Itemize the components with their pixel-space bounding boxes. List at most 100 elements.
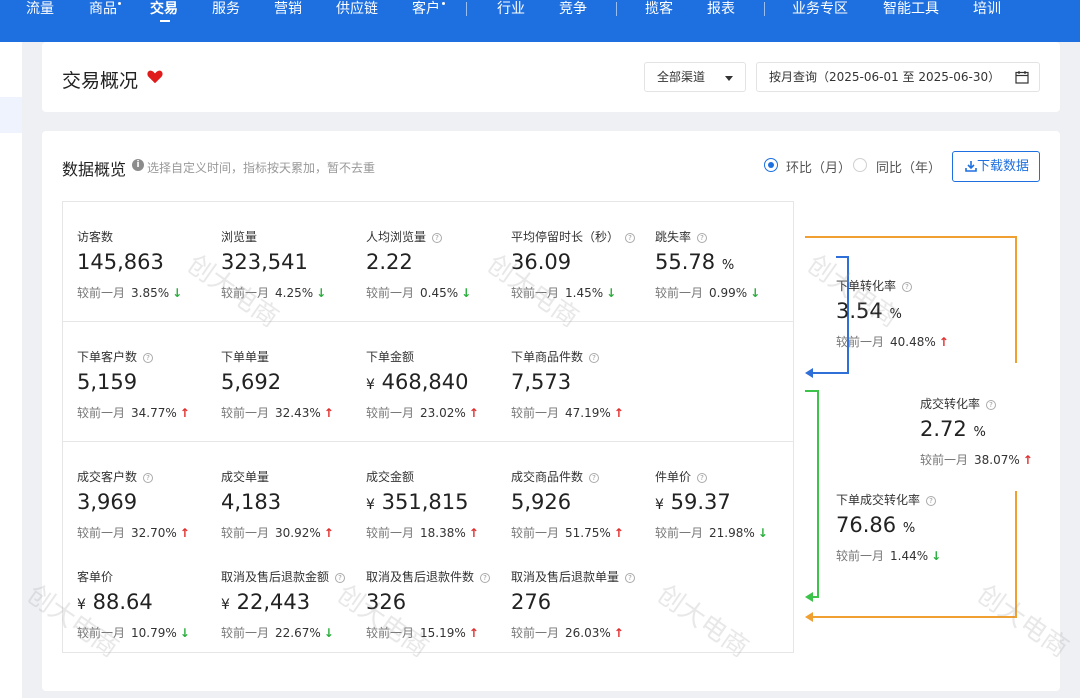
metric-deal-customers: 成交客户数? 3,969 较前一月 32.70% ↑: [77, 468, 217, 541]
sidebar-selected-item[interactable]: [0, 97, 22, 133]
compare-label: 较前一月: [655, 286, 704, 300]
metric-value: ¥ 59.37: [655, 490, 795, 518]
heart-icon: [147, 70, 163, 84]
metric-label: 下单转化率?: [836, 277, 996, 293]
metric-label: 成交转化率?: [920, 395, 1080, 411]
nav-separator: [764, 2, 765, 16]
channel-select[interactable]: 全部渠道: [644, 62, 746, 92]
metric-label: 访客数: [77, 228, 217, 244]
compare-percent: 30.92%: [275, 526, 321, 540]
nav-item-reports[interactable]: 报表: [707, 0, 735, 18]
metric-value-number: 3,969: [77, 490, 138, 514]
metric-value: 3.54 %: [836, 299, 996, 327]
nav-item-smart-tools[interactable]: 智能工具: [883, 0, 939, 18]
help-icon[interactable]: ?: [143, 353, 154, 363]
help-icon[interactable]: ?: [625, 573, 636, 583]
compare-label: 较前一月: [920, 453, 969, 467]
help-icon[interactable]: ?: [480, 573, 491, 583]
metric-compare: 较前一月 0.45% ↓: [366, 284, 506, 301]
compare-percent: 15.19%: [420, 626, 466, 640]
arrow-down-icon: ↓: [316, 286, 327, 300]
metric-value: ¥ 22,443: [221, 590, 361, 618]
metric-compare: 较前一月 1.45% ↓: [511, 284, 651, 301]
nav-item-trade[interactable]: 交易: [150, 0, 178, 18]
metric-compare: 较前一月 47.19% ↑: [511, 404, 651, 421]
metric-value: 7,573: [511, 370, 651, 398]
help-icon[interactable]: ?: [697, 233, 708, 243]
download-button[interactable]: 下载数据: [952, 151, 1040, 182]
date-range-picker[interactable]: 按月查询（2025-06-01 至 2025-06-30）: [756, 62, 1040, 92]
help-icon[interactable]: ?: [589, 353, 600, 363]
metric-compare: 较前一月 22.67% ↓: [221, 624, 361, 641]
metric-value-number: 4,183: [221, 490, 282, 514]
radio-yoy[interactable]: [853, 158, 867, 172]
nav-item-business-zone[interactable]: 业务专区: [792, 0, 848, 18]
metric-compare: 较前一月 40.48% ↑: [836, 333, 996, 350]
download-label: 下载数据: [976, 159, 1029, 174]
arrow-up-icon: ↑: [468, 526, 479, 540]
metric-label: 件单价?: [655, 468, 795, 484]
metric-compare: 较前一月 34.77% ↑: [77, 404, 217, 421]
help-icon[interactable]: ?: [986, 400, 997, 410]
metric-label-text: 客单价: [77, 570, 114, 584]
help-icon[interactable]: ?: [335, 573, 346, 583]
metric-value-number: 5,926: [511, 490, 572, 514]
metric-compare: 较前一月 4.25% ↓: [221, 284, 361, 301]
metric-unit-price: 件单价? ¥ 59.37 较前一月 21.98% ↓: [655, 468, 795, 541]
nav-item-products[interactable]: 商品: [89, 0, 117, 18]
metric-value-number: 5,159: [77, 370, 138, 394]
metric-value-number: 468,840: [381, 370, 469, 394]
compare-label: 较前一月: [221, 406, 270, 420]
metric-label-text: 下单成交转化率: [836, 493, 921, 507]
compare-percent: 32.70%: [131, 526, 177, 540]
nav-item-supply-chain[interactable]: 供应链: [336, 0, 378, 18]
arrow-up-icon: ↑: [613, 406, 624, 420]
metric-order-items: 下单商品件数? 7,573 较前一月 47.19% ↑: [511, 348, 651, 421]
arrow-down-icon: ↓: [179, 626, 190, 640]
radio-mom-label[interactable]: 环比（月）: [786, 157, 851, 176]
metric-order-conv: 下单转化率? 3.54 % 较前一月 40.48% ↑: [836, 277, 996, 350]
nav-item-acquisition[interactable]: 揽客: [645, 0, 673, 18]
metric-label: 成交商品件数?: [511, 468, 651, 484]
compare-label: 较前一月: [221, 626, 270, 640]
help-icon[interactable]: ?: [697, 473, 708, 483]
radio-yoy-label[interactable]: 同比（年）: [876, 157, 941, 176]
unit-label: %: [902, 521, 916, 536]
metric-value: ¥ 88.64: [77, 590, 217, 618]
help-icon[interactable]: ?: [432, 233, 443, 243]
nav-item-competition[interactable]: 竞争: [559, 0, 587, 18]
radio-mom[interactable]: [764, 158, 778, 172]
metric-customer-price: 客单价 ¥ 88.64 较前一月 10.79% ↓: [77, 568, 217, 641]
metric-value: ¥ 468,840: [366, 370, 506, 398]
row-divider: [63, 441, 793, 442]
metric-refund-orders: 取消及售后退款单量? 276 较前一月 26.03% ↑: [511, 568, 651, 641]
metric-value: 276: [511, 590, 651, 618]
help-icon[interactable]: ?: [589, 473, 600, 483]
metric-value-number: 3.54: [836, 299, 883, 323]
nav-item-training[interactable]: 培训: [973, 0, 1001, 18]
metric-label-text: 浏览量: [221, 230, 258, 244]
info-icon[interactable]: i: [132, 159, 144, 171]
nav-item-service[interactable]: 服务: [212, 0, 240, 18]
nav-item-industry[interactable]: 行业: [497, 0, 525, 18]
help-icon[interactable]: ?: [143, 473, 154, 483]
currency-symbol: ¥: [655, 497, 664, 513]
nav-item-traffic[interactable]: 流量: [26, 0, 54, 18]
nav-item-marketing[interactable]: 营销: [274, 0, 302, 18]
metric-label: 人均浏览量?: [366, 228, 506, 244]
compare-label: 较前一月: [221, 526, 270, 540]
metric-compare: 较前一月 30.92% ↑: [221, 524, 361, 541]
nav-item-customers[interactable]: 客户: [412, 0, 440, 18]
metric-label-text: 成交单量: [221, 470, 270, 484]
metric-value-number: 7,573: [511, 370, 572, 394]
help-icon[interactable]: ?: [625, 233, 636, 243]
help-icon[interactable]: ?: [926, 496, 937, 506]
metric-value: 145,863: [77, 250, 217, 278]
data-overview-card: 数据概览 i 选择自定义时间，指标按天累加，暂不去重 环比（月） 同比（年） 下…: [21, 131, 1074, 691]
metric-value: 55.78 %: [655, 250, 795, 278]
metric-value-number: 88.64: [92, 590, 153, 614]
metric-label-text: 取消及售后退款件数: [366, 570, 475, 584]
metric-label-text: 成交商品件数: [511, 470, 584, 484]
compare-label: 较前一月: [77, 286, 126, 300]
help-icon[interactable]: ?: [902, 282, 913, 292]
